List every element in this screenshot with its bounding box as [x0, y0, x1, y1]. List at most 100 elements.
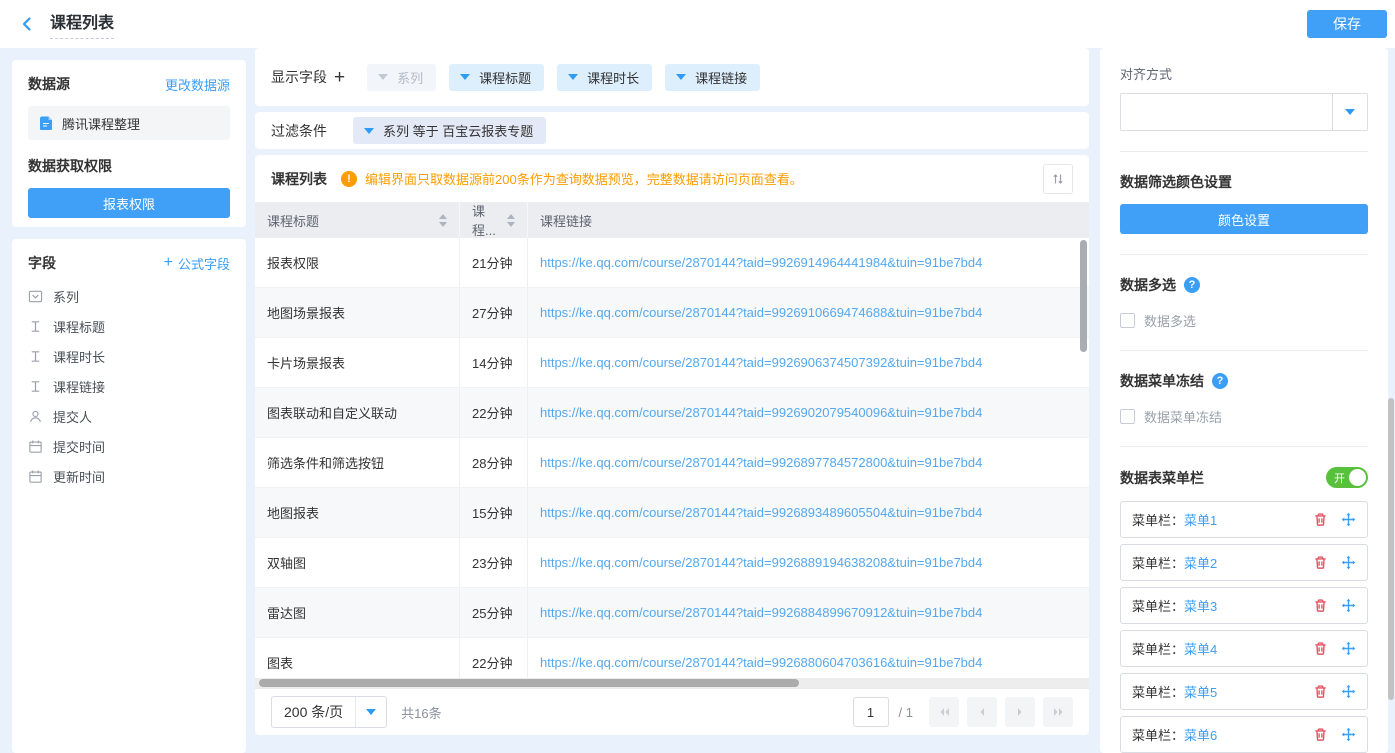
field-item-3[interactable]: 课程时长: [28, 341, 230, 371]
menu-item-1: 菜单栏：菜单1: [1120, 501, 1368, 538]
course-link[interactable]: https://ke.qq.com/course/2870144?taid=99…: [540, 355, 982, 370]
field-item-4[interactable]: 课程链接: [28, 371, 230, 401]
filter-condition-tag[interactable]: 系列 等于 百宝云报表专题: [353, 117, 546, 144]
course-link[interactable]: https://ke.qq.com/course/2870144?taid=99…: [540, 255, 982, 270]
column-header-2[interactable]: 课程...: [460, 202, 528, 238]
delete-icon[interactable]: [1313, 684, 1328, 699]
total-count: 共16条: [401, 703, 441, 722]
freeze-checkbox-row[interactable]: 数据菜单冻结: [1120, 407, 1368, 426]
sort-icon[interactable]: [439, 214, 447, 227]
move-icon[interactable]: [1341, 555, 1356, 570]
page-size-select[interactable]: 200 条/页: [271, 696, 387, 728]
pagination-bar: 200 条/页 共16条 / 1: [255, 688, 1089, 735]
menu-bar-toggle[interactable]: 开: [1326, 467, 1368, 488]
prev-page-button[interactable]: [967, 697, 997, 727]
chevron-down-icon: [378, 74, 388, 80]
display-field-tag-2[interactable]: 课程标题: [449, 64, 544, 91]
delete-icon[interactable]: [1313, 598, 1328, 613]
warning-icon: !: [341, 171, 357, 187]
course-title-cell: 筛选条件和筛选按钮: [255, 438, 460, 487]
move-icon[interactable]: [1341, 641, 1356, 656]
plus-icon: +: [164, 255, 173, 271]
course-link[interactable]: https://ke.qq.com/course/2870144?taid=99…: [540, 405, 982, 420]
warning-text: 编辑界面只取数据源前200条作为查询数据预览，完整数据请访问页面查看。: [365, 169, 803, 188]
add-formula-field-link[interactable]: +公式字段: [164, 254, 230, 273]
course-link-cell: https://ke.qq.com/course/2870144?taid=99…: [528, 338, 1089, 387]
alignment-select[interactable]: [1120, 93, 1368, 131]
delete-icon[interactable]: [1313, 512, 1328, 527]
move-icon[interactable]: [1341, 727, 1356, 742]
course-duration-cell: 15分钟: [460, 488, 528, 537]
table-horizontal-scrollbar[interactable]: [259, 679, 799, 687]
color-settings-button[interactable]: 颜色设置: [1120, 204, 1368, 234]
course-link-cell: https://ke.qq.com/course/2870144?taid=99…: [528, 538, 1089, 587]
page-total: / 1: [899, 705, 913, 720]
page-number-input[interactable]: [853, 697, 889, 727]
add-display-field-button[interactable]: +: [334, 68, 345, 87]
menu-item-name[interactable]: 菜单6: [1184, 725, 1217, 744]
column-label: 课程...: [472, 201, 501, 239]
display-field-tag-3[interactable]: 课程时长: [557, 64, 652, 91]
multi-select-checkbox-row[interactable]: 数据多选: [1120, 311, 1368, 330]
checkbox-icon: [1120, 409, 1135, 424]
field-item-2[interactable]: 课程标题: [28, 311, 230, 341]
delete-icon[interactable]: [1313, 727, 1328, 742]
table-vertical-scrollbar[interactable]: [1080, 240, 1087, 352]
change-datasource-link[interactable]: 更改数据源: [165, 75, 230, 94]
sort-order-button[interactable]: [1043, 164, 1073, 194]
display-field-tag-1[interactable]: 系列: [367, 64, 436, 91]
course-link[interactable]: https://ke.qq.com/course/2870144?taid=99…: [540, 555, 982, 570]
checkbox-label: 数据菜单冻结: [1144, 407, 1222, 426]
course-link[interactable]: https://ke.qq.com/course/2870144?taid=99…: [540, 505, 982, 520]
delete-icon[interactable]: [1313, 641, 1328, 656]
course-title-cell: 报表权限: [255, 238, 460, 287]
first-page-button[interactable]: [929, 697, 959, 727]
course-link[interactable]: https://ke.qq.com/course/2870144?taid=99…: [540, 305, 982, 320]
select-icon: [28, 289, 43, 304]
move-icon[interactable]: [1341, 598, 1356, 613]
filter-label: 过滤条件: [271, 121, 327, 141]
help-icon[interactable]: ?: [1184, 277, 1200, 293]
menu-item-name[interactable]: 菜单2: [1184, 553, 1217, 572]
datasource-item[interactable]: 腾讯课程整理: [28, 106, 230, 140]
course-duration-cell: 22分钟: [460, 388, 528, 437]
course-link-cell: https://ke.qq.com/course/2870144?taid=99…: [528, 638, 1089, 678]
menu-item-name[interactable]: 菜单4: [1184, 639, 1217, 658]
course-duration-cell: 23分钟: [460, 538, 528, 587]
course-title-cell: 双轴图: [255, 538, 460, 587]
sort-icon[interactable]: [507, 214, 515, 227]
save-button[interactable]: 保存: [1307, 10, 1387, 38]
field-item-7[interactable]: 更新时间: [28, 461, 230, 491]
divider: [1120, 254, 1368, 255]
calendar-icon: [28, 469, 43, 484]
field-label: 系列: [53, 287, 79, 306]
menu-item-name[interactable]: 菜单1: [1184, 510, 1217, 529]
menu-item-name[interactable]: 菜单5: [1184, 682, 1217, 701]
next-page-button[interactable]: [1005, 697, 1035, 727]
field-item-1[interactable]: 系列: [28, 281, 230, 311]
report-permission-button[interactable]: 报表权限: [28, 188, 230, 218]
display-field-tag-4[interactable]: 课程链接: [665, 64, 760, 91]
move-icon[interactable]: [1341, 684, 1356, 699]
back-button[interactable]: [18, 15, 36, 33]
page-scrollbar[interactable]: [1388, 398, 1394, 700]
course-duration-cell: 14分钟: [460, 338, 528, 387]
table-row: 双轴图23分钟 https://ke.qq.com/course/2870144?…: [255, 538, 1089, 588]
field-item-6[interactable]: 提交时间: [28, 431, 230, 461]
help-icon[interactable]: ?: [1212, 373, 1228, 389]
course-link[interactable]: https://ke.qq.com/course/2870144?taid=99…: [540, 605, 982, 620]
table-row: 筛选条件和筛选按钮28分钟https://ke.qq.com/course/28…: [255, 438, 1089, 488]
course-title-cell: 图表: [255, 638, 460, 678]
delete-icon[interactable]: [1313, 555, 1328, 570]
multi-select-title: 数据多选: [1120, 275, 1176, 295]
course-link[interactable]: https://ke.qq.com/course/2870144?taid=99…: [540, 655, 982, 670]
page-title: 课程列表: [50, 9, 114, 39]
field-item-5[interactable]: 提交人: [28, 401, 230, 431]
last-page-button[interactable]: [1043, 697, 1073, 727]
menu-item-name[interactable]: 菜单3: [1184, 596, 1217, 615]
move-icon[interactable]: [1341, 512, 1356, 527]
sort-arrows-icon: [1051, 172, 1065, 186]
course-link[interactable]: https://ke.qq.com/course/2870144?taid=99…: [540, 455, 982, 470]
column-header-1[interactable]: 课程标题: [255, 202, 460, 238]
chevron-right-icon: [1014, 706, 1026, 718]
